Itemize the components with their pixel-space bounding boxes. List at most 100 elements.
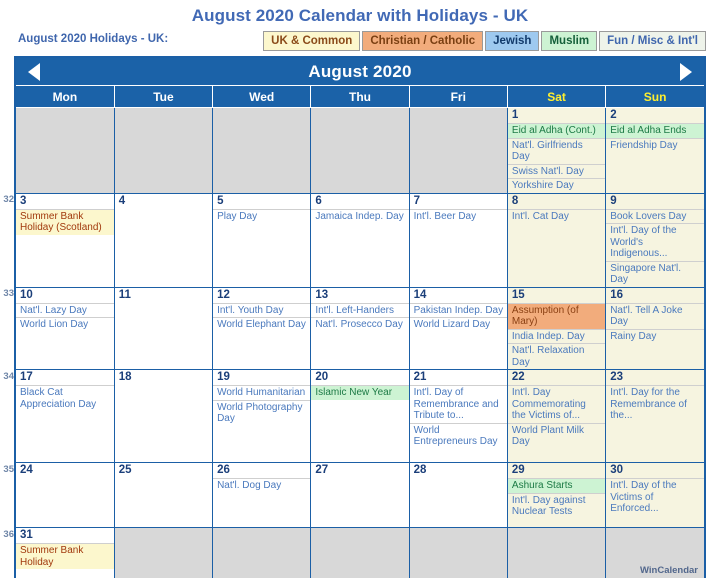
- day-number: 2: [610, 109, 617, 121]
- calendar-event[interactable]: India Indep. Day: [507, 328, 605, 344]
- calendar-event[interactable]: Int'l. Day of the World's Indigenous...: [606, 223, 704, 261]
- calendar-cell-empty: [409, 527, 508, 578]
- calendar-event[interactable]: Islamic New Year: [311, 385, 409, 400]
- calendar-event[interactable]: Int'l. Beer Day: [409, 208, 507, 224]
- calendar-cell-day[interactable]: 1 Eid al Adha (Cont.) Nat'l. Girlfriends D…: [507, 107, 607, 194]
- calendar-event[interactable]: Jamaica Indep. Day: [311, 208, 409, 224]
- calendar-event[interactable]: World Lion Day: [16, 317, 114, 332]
- calendar-cell-day[interactable]: 19 World Humanitarian World Photography Da…: [212, 369, 312, 463]
- calendar-cell-day[interactable]: 14 Pakistan Indep. Day World Lizard Day: [409, 287, 508, 370]
- calendar-cell-day[interactable]: 9 Book Lovers Day Int'l. Day of the World'…: [605, 193, 704, 288]
- calendar-cell-day[interactable]: 23 Int'l. Day for the Remembrance of the.…: [605, 369, 704, 463]
- day-number: 4: [118, 194, 126, 207]
- week-number: 36: [3, 528, 14, 540]
- calendar-cell-day[interactable]: 16 Nat'l. Tell A Joke Day Rainy Day: [605, 287, 704, 370]
- legend-chip-fun[interactable]: Fun / Misc & Int'l: [599, 31, 706, 51]
- calendar-event[interactable]: World Lizard Day: [409, 317, 507, 332]
- prev-month-icon[interactable]: [28, 62, 40, 81]
- calendar-event[interactable]: Int'l. Left-Handers: [311, 302, 409, 318]
- calendar-cell-empty: [114, 527, 214, 578]
- calendar-event[interactable]: Int'l. Day against Nuclear Tests: [507, 492, 605, 519]
- calendar-event[interactable]: Rainy Day: [606, 328, 704, 344]
- calendar-event[interactable]: Book Lovers Day: [606, 208, 704, 224]
- calendar-event[interactable]: Pakistan Indep. Day: [409, 302, 507, 318]
- calendar-event[interactable]: Ashura Starts: [507, 478, 605, 493]
- next-month-icon[interactable]: [680, 62, 692, 81]
- calendar-event[interactable]: Nat'l. Prosecco Day: [311, 317, 409, 332]
- month-header: August 2020: [16, 58, 704, 86]
- calendar-event[interactable]: World Plant Milk Day: [507, 422, 605, 449]
- calendar-cell-empty: [114, 107, 214, 194]
- calendar-cell-day[interactable]: 13 Int'l. Left-Handers Nat'l. Prosecco Day: [310, 287, 410, 370]
- calendar-cell-day[interactable]: 25: [114, 462, 214, 528]
- calendar-event[interactable]: Int'l. Cat Day: [507, 208, 605, 224]
- calendar-cell-day[interactable]: 26 Nat'l. Dog Day: [212, 462, 312, 528]
- calendar-event[interactable]: Eid al Adha (Cont.): [507, 123, 605, 138]
- calendar-event[interactable]: Friendship Day: [606, 137, 704, 153]
- calendar-body: 1 Eid al Adha (Cont.) Nat'l. Girlfriends D…: [16, 107, 704, 578]
- legend-chip-uk[interactable]: UK & Common: [263, 31, 361, 51]
- month-title: August 2020: [308, 61, 412, 81]
- calendar-cell-day[interactable]: 28: [409, 462, 508, 528]
- calendar-cell-empty: [212, 527, 312, 578]
- calendar-cell-day[interactable]: 17 Black Cat Appreciation Day: [16, 369, 115, 463]
- calendar-week-row: 1 Eid al Adha (Cont.) Nat'l. Girlfriends D…: [16, 107, 704, 194]
- calendar-event[interactable]: Int'l. Youth Day: [213, 302, 310, 318]
- calendar-event[interactable]: Assumption (of Mary): [507, 302, 605, 329]
- calendar-event[interactable]: World Elephant Day: [213, 317, 310, 332]
- day-number: 25: [118, 464, 132, 476]
- calendar-event[interactable]: Nat'l. Relaxation Day: [507, 343, 605, 369]
- day-number: 12: [217, 288, 230, 301]
- calendar-event[interactable]: Black Cat Appreciation Day: [16, 385, 114, 411]
- calendar-cell-day[interactable]: 4: [114, 193, 214, 288]
- calendar-cell-day[interactable]: 8 Int'l. Cat Day: [507, 193, 607, 288]
- calendar-cell-day[interactable]: 27: [310, 462, 410, 528]
- calendar-event[interactable]: Swiss Nat'l. Day: [507, 163, 605, 179]
- legend-chip-mus[interactable]: Muslim: [541, 31, 598, 51]
- calendar-cell-day[interactable]: 24: [16, 462, 115, 528]
- weekday-header-wed: Wed: [212, 86, 312, 108]
- calendar-frame: August 2020 Mon Tue Wed Thu Fri Sat Sun 1 Eid a…: [14, 56, 706, 578]
- calendar-event[interactable]: Play Day: [213, 208, 310, 224]
- calendar-event[interactable]: Nat'l. Dog Day: [213, 478, 310, 493]
- week-number: 34: [3, 370, 14, 382]
- day-number: 24: [20, 464, 33, 476]
- day-number: 13: [315, 288, 329, 301]
- calendar-cell-day[interactable]: 22 Int'l. Day Commemorating the Victims o…: [507, 369, 607, 463]
- calendar-event[interactable]: Int'l. Day Commemorating the Victims of.…: [507, 385, 605, 423]
- calendar-cell-day[interactable]: 11: [114, 287, 214, 370]
- calendar-cell-day[interactable]: 10 Nat'l. Lazy Day World Lion Day: [16, 287, 115, 370]
- legend-chip-chr[interactable]: Christian / Catholic: [362, 31, 484, 51]
- calendar-cell-day[interactable]: 15 Assumption (of Mary) India Indep. Day Na…: [507, 287, 607, 370]
- calendar-cell-day[interactable]: 20 Islamic New Year: [310, 369, 410, 463]
- calendar-cell-day[interactable]: 30 Int'l. Day of the Victims of Enforced.…: [605, 462, 704, 528]
- legend-chip-jew[interactable]: Jewish: [485, 31, 540, 51]
- calendar-event[interactable]: Summer Bank Holiday (Scotland): [16, 208, 114, 235]
- calendar-event[interactable]: World Humanitarian: [213, 385, 310, 400]
- calendar-event[interactable]: World Entrepreneurs Day: [409, 422, 507, 449]
- calendar-cell-day[interactable]: 6 Jamaica Indep. Day: [310, 193, 410, 288]
- calendar-event[interactable]: Int'l. Day of the Victims of Enforced...: [606, 478, 704, 516]
- calendar-event[interactable]: Singapore Nat'l. Day: [606, 260, 704, 287]
- calendar-event[interactable]: Nat'l. Tell A Joke Day: [606, 302, 704, 329]
- calendar-cell-day[interactable]: 21 Int'l. Day of Remembrance and Tribute …: [409, 369, 508, 463]
- calendar-event[interactable]: Summer Bank Holiday: [16, 543, 114, 569]
- calendar-cell-day[interactable]: 2 Eid al Adha Ends Friendship Day: [605, 107, 704, 194]
- day-number: 10: [20, 288, 33, 301]
- calendar-event[interactable]: Int'l. Day for the Remembrance of the...: [606, 385, 704, 423]
- calendar-event[interactable]: Nat'l. Girlfriends Day: [507, 137, 605, 164]
- calendar-event[interactable]: Yorkshire Day: [507, 178, 605, 192]
- calendar-cell-day[interactable]: 12 Int'l. Youth Day World Elephant Day: [212, 287, 312, 370]
- calendar-cell-day[interactable]: 29 Ashura Starts Int'l. Day against Nuclea…: [507, 462, 607, 528]
- calendar-event[interactable]: World Photography Day: [213, 399, 310, 426]
- calendar-cell-day[interactable]: 18: [114, 369, 214, 463]
- week-number: 33: [3, 288, 14, 299]
- calendar-event[interactable]: Eid al Adha Ends: [606, 123, 704, 138]
- calendar-cell-day[interactable]: 31 Summer Bank Holiday: [16, 527, 115, 578]
- calendar-cell-day[interactable]: 3 Summer Bank Holiday (Scotland): [16, 193, 115, 288]
- calendar-cell-day[interactable]: 7 Int'l. Beer Day: [409, 193, 508, 288]
- calendar-event[interactable]: Nat'l. Lazy Day: [16, 302, 114, 318]
- calendar-cell-day[interactable]: 5 Play Day: [212, 193, 312, 288]
- calendar-event[interactable]: Int'l. Day of Remembrance and Tribute to…: [409, 385, 507, 423]
- day-number: 20: [315, 371, 329, 383]
